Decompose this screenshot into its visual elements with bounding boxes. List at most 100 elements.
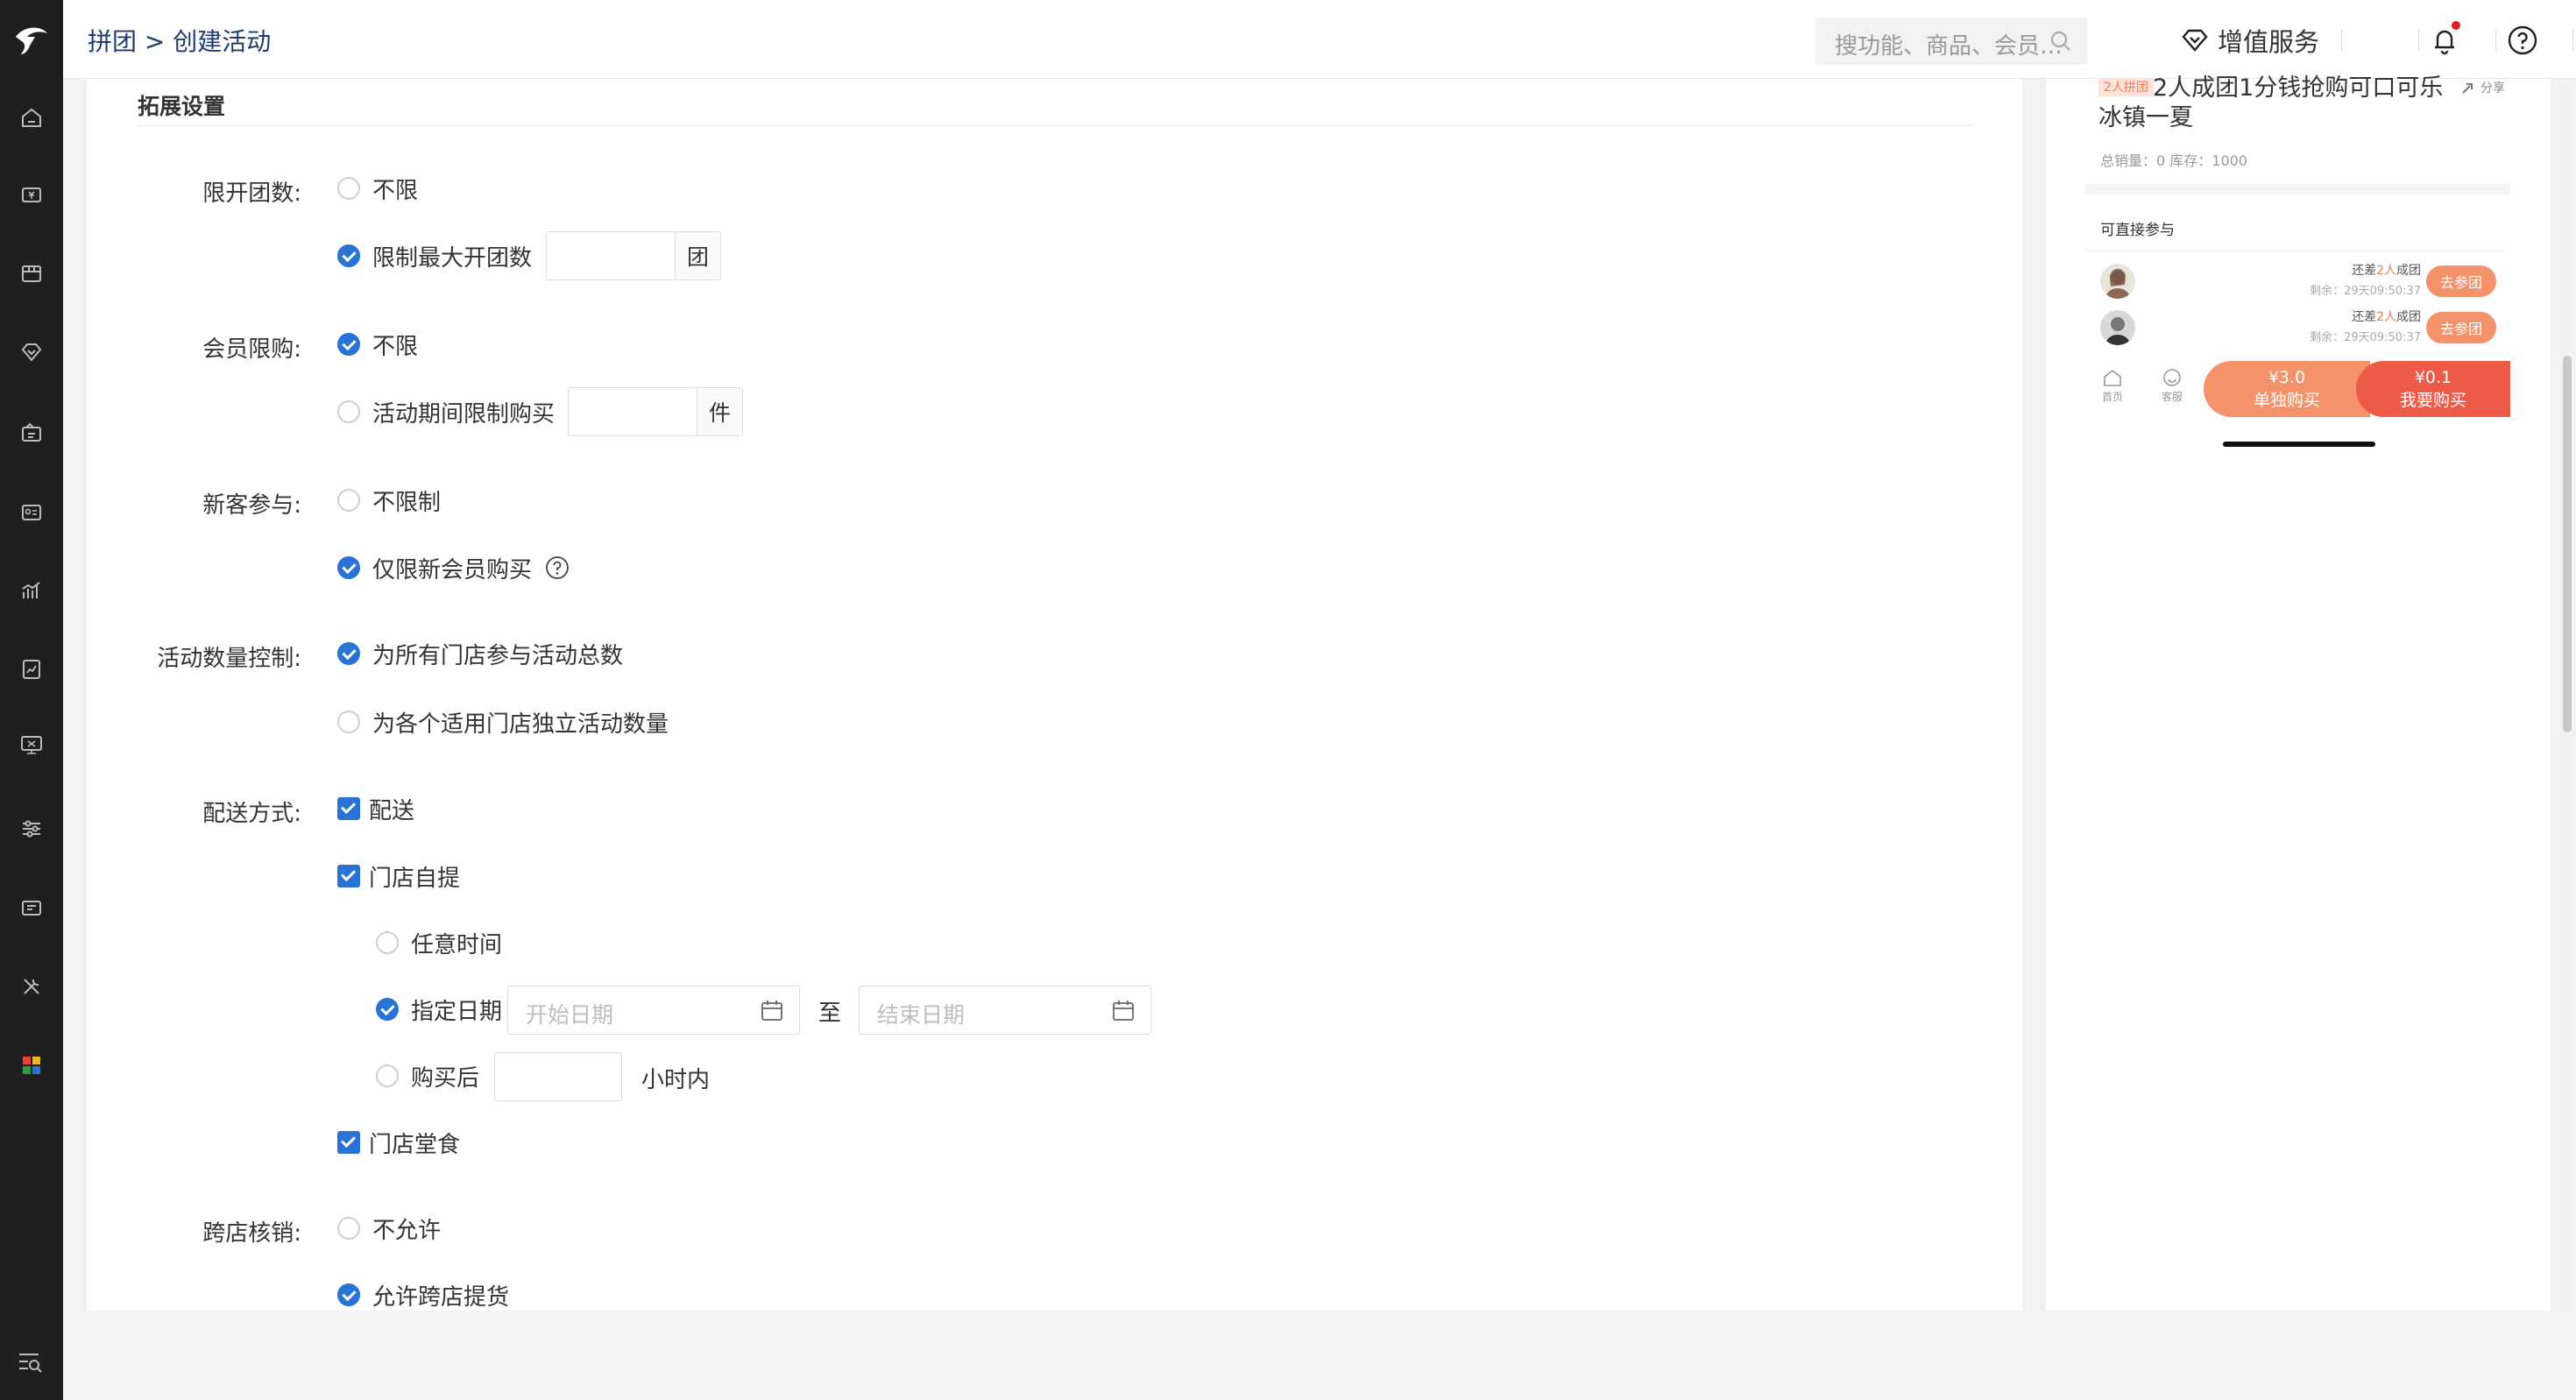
mobile-preview-panel: 2人成团1分钱抢购可口可乐冰镇一夏 2人拼团 分享 总销量：0 库存：1000 … bbox=[2046, 74, 2551, 1311]
preview-share-button[interactable]: 分享 bbox=[2459, 79, 2505, 96]
member-icon[interactable] bbox=[18, 338, 46, 366]
preview-short-text: 还差2人成团 bbox=[2352, 264, 2421, 278]
apps-icon[interactable] bbox=[18, 1051, 46, 1079]
option-label: 为各个适用门店独立活动数量 bbox=[372, 711, 669, 738]
option-label: 购买后 bbox=[411, 1064, 480, 1092]
quantity-control-label: 活动数量控制: bbox=[157, 646, 301, 672]
preview-stats: 总销量：0 库存：1000 bbox=[2100, 152, 2247, 169]
purchase-limit-input[interactable]: 件 bbox=[568, 387, 743, 436]
cross-store-disallow-option[interactable]: 不允许 bbox=[337, 1213, 441, 1244]
option-label: 不限 bbox=[372, 333, 419, 360]
notification-bell-icon[interactable] bbox=[2427, 21, 2462, 58]
preview-service-tab[interactable]: 客服 bbox=[2155, 366, 2190, 404]
preview-group-tag: 2人拼团 bbox=[2098, 79, 2154, 96]
left-sidebar bbox=[0, 0, 63, 1400]
option-label: 为所有门店参与活动总数 bbox=[372, 642, 624, 669]
group-limit-label: 限开团数: bbox=[202, 180, 301, 207]
start-date-placeholder: 开始日期 bbox=[526, 1002, 614, 1028]
preview-home-tab[interactable]: 首页 bbox=[2095, 366, 2130, 404]
radio-button-checked[interactable] bbox=[337, 556, 360, 579]
breadcrumb-current: 创建活动 bbox=[173, 27, 272, 56]
option-label: 指定日期 bbox=[411, 998, 503, 1025]
radio-button[interactable] bbox=[337, 177, 360, 200]
start-date-picker[interactable]: 开始日期 bbox=[507, 986, 800, 1035]
max-groups-input[interactable]: 团 bbox=[546, 231, 721, 280]
group-limit-unlimited-option[interactable]: 不限 bbox=[337, 173, 418, 204]
radio-button-checked[interactable] bbox=[337, 333, 360, 356]
radio-button-checked[interactable] bbox=[376, 998, 399, 1021]
delivery-method-label: 配送方式: bbox=[202, 801, 301, 827]
radio-button[interactable] bbox=[337, 711, 360, 733]
global-search-input[interactable]: 搜功能、商品、会员… bbox=[1815, 18, 2087, 65]
end-date-picker[interactable]: 结束日期 bbox=[859, 986, 1151, 1035]
member-limit-unlimited-option[interactable]: 不限 bbox=[337, 329, 418, 360]
staff-icon[interactable] bbox=[18, 498, 46, 526]
option-label: 限制最大开团数 bbox=[372, 244, 533, 272]
member-limit-period-option[interactable]: 活动期间限制购买 bbox=[337, 396, 555, 428]
calendar-icon[interactable] bbox=[759, 998, 785, 1024]
value-added-service-button[interactable]: 增值服务 bbox=[2179, 21, 2319, 60]
settings-sliders-icon[interactable] bbox=[18, 815, 46, 843]
quantity-total-option[interactable]: 为所有门店参与活动总数 bbox=[337, 638, 623, 669]
app-logo[interactable] bbox=[11, 19, 53, 61]
group-buy-button[interactable]: ¥0.1 我要购买 bbox=[2356, 361, 2510, 417]
radio-button-checked[interactable] bbox=[337, 1283, 360, 1306]
option-label: 不允许 bbox=[372, 1217, 442, 1244]
calendar-icon[interactable] bbox=[1110, 998, 1136, 1024]
tools-icon[interactable] bbox=[18, 972, 46, 1001]
data-chart-icon[interactable] bbox=[18, 576, 46, 605]
checkbox-checked[interactable] bbox=[337, 865, 360, 887]
pickup-after-purchase-option[interactable]: 购买后 bbox=[376, 1060, 479, 1092]
customer-service-icon bbox=[2163, 369, 2181, 386]
delivery-option[interactable]: 配送 bbox=[337, 793, 414, 824]
radio-button[interactable] bbox=[376, 1064, 399, 1087]
checkbox-checked[interactable] bbox=[337, 797, 360, 820]
join-group-button[interactable]: 去参团 bbox=[2426, 312, 2496, 343]
buy-alone-button[interactable]: ¥3.0 单独购买 bbox=[2204, 361, 2370, 417]
quantity-each-store-option[interactable]: 为各个适用门店独立活动数量 bbox=[337, 706, 669, 738]
page-scrollbar[interactable] bbox=[2563, 84, 2572, 1311]
cross-store-allow-option[interactable]: 允许跨店提货 bbox=[337, 1279, 509, 1311]
checkbox-checked[interactable] bbox=[337, 1131, 360, 1154]
scrollbar-thumb[interactable] bbox=[2563, 356, 2572, 732]
search-icon[interactable] bbox=[2049, 29, 2073, 53]
menu-search-icon[interactable] bbox=[14, 1346, 46, 1377]
report-icon[interactable] bbox=[18, 655, 46, 683]
pickup-hours-input[interactable] bbox=[494, 1052, 622, 1101]
option-label: 仅限新会员购买 bbox=[372, 556, 533, 583]
preview-remaining-time: 剩余：29天09:50:37 bbox=[2310, 285, 2421, 298]
option-label: 任意时间 bbox=[411, 931, 503, 958]
new-customer-unlimited-option[interactable]: 不限制 bbox=[337, 484, 441, 516]
purchase-limit-field[interactable] bbox=[569, 388, 697, 435]
question-icon[interactable] bbox=[544, 555, 570, 581]
pickup-date-option[interactable]: 指定日期 bbox=[376, 993, 502, 1025]
end-date-placeholder: 结束日期 bbox=[877, 1002, 966, 1028]
finance-icon[interactable] bbox=[18, 731, 46, 759]
join-group-button[interactable]: 去参团 bbox=[2426, 265, 2496, 297]
breadcrumb-parent[interactable]: 拼团 bbox=[88, 27, 137, 56]
unit-label: 团 bbox=[675, 232, 720, 279]
home-icon[interactable] bbox=[18, 103, 46, 131]
radio-button[interactable] bbox=[376, 931, 399, 954]
coupon-icon[interactable] bbox=[18, 894, 46, 922]
order-icon[interactable] bbox=[18, 259, 46, 287]
marketing-icon[interactable] bbox=[18, 419, 46, 447]
group-limit-max-option[interactable]: 限制最大开团数 bbox=[337, 240, 532, 272]
store-pickup-option[interactable]: 门店自提 bbox=[337, 860, 460, 892]
max-groups-field[interactable] bbox=[547, 232, 675, 279]
radio-button[interactable] bbox=[337, 400, 360, 423]
divider bbox=[2341, 30, 2342, 51]
dine-in-option[interactable]: 门店堂食 bbox=[337, 1127, 460, 1158]
new-member-only-option[interactable]: 仅限新会员购买 bbox=[337, 552, 570, 583]
product-icon[interactable] bbox=[18, 180, 46, 209]
avatar bbox=[2100, 310, 2135, 345]
radio-button[interactable] bbox=[337, 1217, 360, 1240]
preview-divider bbox=[2084, 184, 2510, 194]
help-icon[interactable] bbox=[2505, 23, 2540, 58]
radio-button-checked[interactable] bbox=[337, 642, 360, 665]
divider bbox=[2495, 30, 2496, 51]
radio-button[interactable] bbox=[337, 489, 360, 512]
radio-button-checked[interactable] bbox=[337, 244, 360, 267]
avatar bbox=[2100, 264, 2135, 299]
pickup-any-time-option[interactable]: 任意时间 bbox=[376, 927, 502, 958]
